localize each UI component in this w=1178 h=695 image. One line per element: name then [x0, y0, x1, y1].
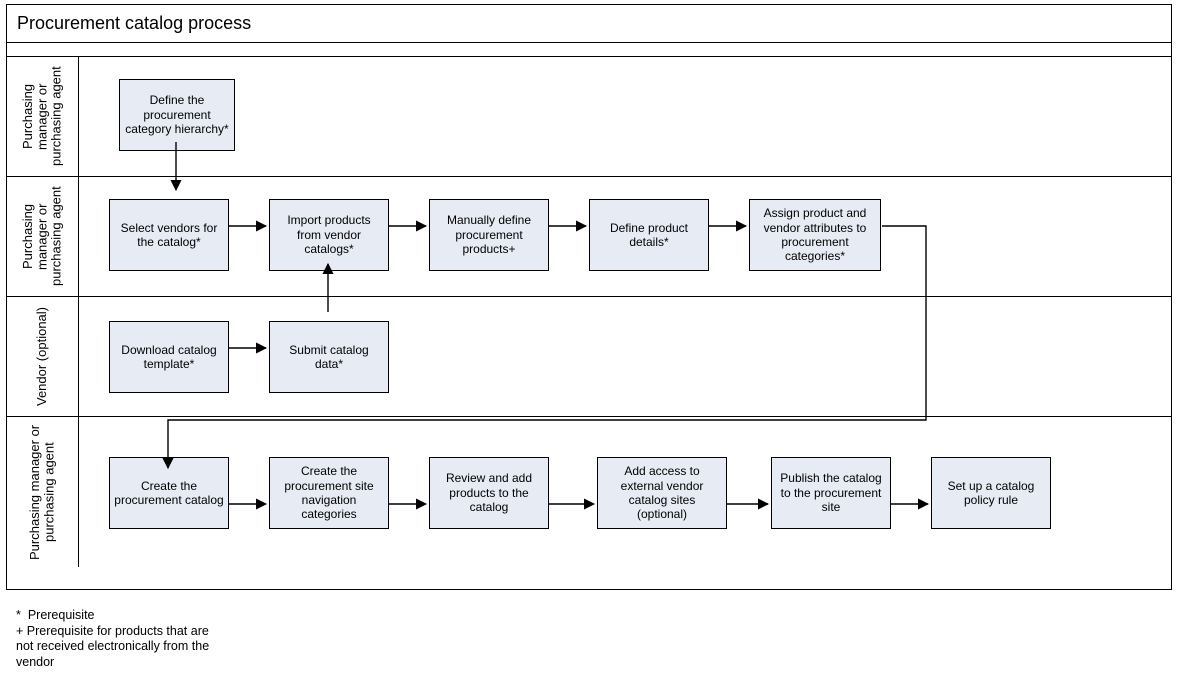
box-review-add: Review and add products to the catalog — [429, 457, 549, 529]
legend: * Prerequisite + Prerequisite for produc… — [16, 608, 216, 671]
lane-1-body: Select vendors for the catalog* Import p… — [79, 177, 1171, 296]
lane-1: Purchasing manager or purchasing agent S… — [7, 177, 1171, 297]
lane-3-body: Create the procurement catalog Create th… — [79, 417, 1171, 567]
legend-star: * Prerequisite — [16, 608, 216, 624]
lane-0-label: Purchasing manager or purchasing agent — [7, 57, 79, 176]
swimlane-diagram: Procurement catalog process Purchasing m… — [6, 4, 1172, 590]
lane-1-label: Purchasing manager or purchasing agent — [7, 177, 79, 296]
box-submit-catalog: Submit catalog data* — [269, 321, 389, 393]
box-assign-attributes: Assign product and vendor attributes to … — [749, 199, 881, 271]
box-create-catalog: Create the procurement catalog — [109, 457, 229, 529]
box-define-hierarchy: Define the procurement category hierarch… — [119, 79, 235, 151]
thin-bar — [7, 43, 1171, 57]
box-import-products: Import products from vendor catalogs* — [269, 199, 389, 271]
box-add-access: Add access to external vendor catalog si… — [597, 457, 727, 529]
lane-0-body: Define the procurement category hierarch… — [79, 57, 1171, 176]
box-select-vendors: Select vendors for the catalog* — [109, 199, 229, 271]
legend-plus: + Prerequisite for products that are not… — [16, 624, 216, 671]
box-download-template: Download catalog template* — [109, 321, 229, 393]
lane-2-body: Download catalog template* Submit catalo… — [79, 297, 1171, 416]
box-manually-define: Manually define procurement products+ — [429, 199, 549, 271]
lane-0: Purchasing manager or purchasing agent D… — [7, 57, 1171, 177]
box-policy-rule: Set up a catalog policy rule — [931, 457, 1051, 529]
box-create-nav: Create the procurement site navigation c… — [269, 457, 389, 529]
box-publish: Publish the catalog to the procurement s… — [771, 457, 891, 529]
lane-2-label: Vendor (optional) — [7, 297, 79, 416]
box-define-details: Define product details* — [589, 199, 709, 271]
diagram-title: Procurement catalog process — [7, 5, 1171, 43]
lane-3: Purchasing manager or purchasing agent C… — [7, 417, 1171, 567]
lane-3-label: Purchasing manager or purchasing agent — [7, 417, 79, 567]
lane-2: Vendor (optional) Download catalog templ… — [7, 297, 1171, 417]
